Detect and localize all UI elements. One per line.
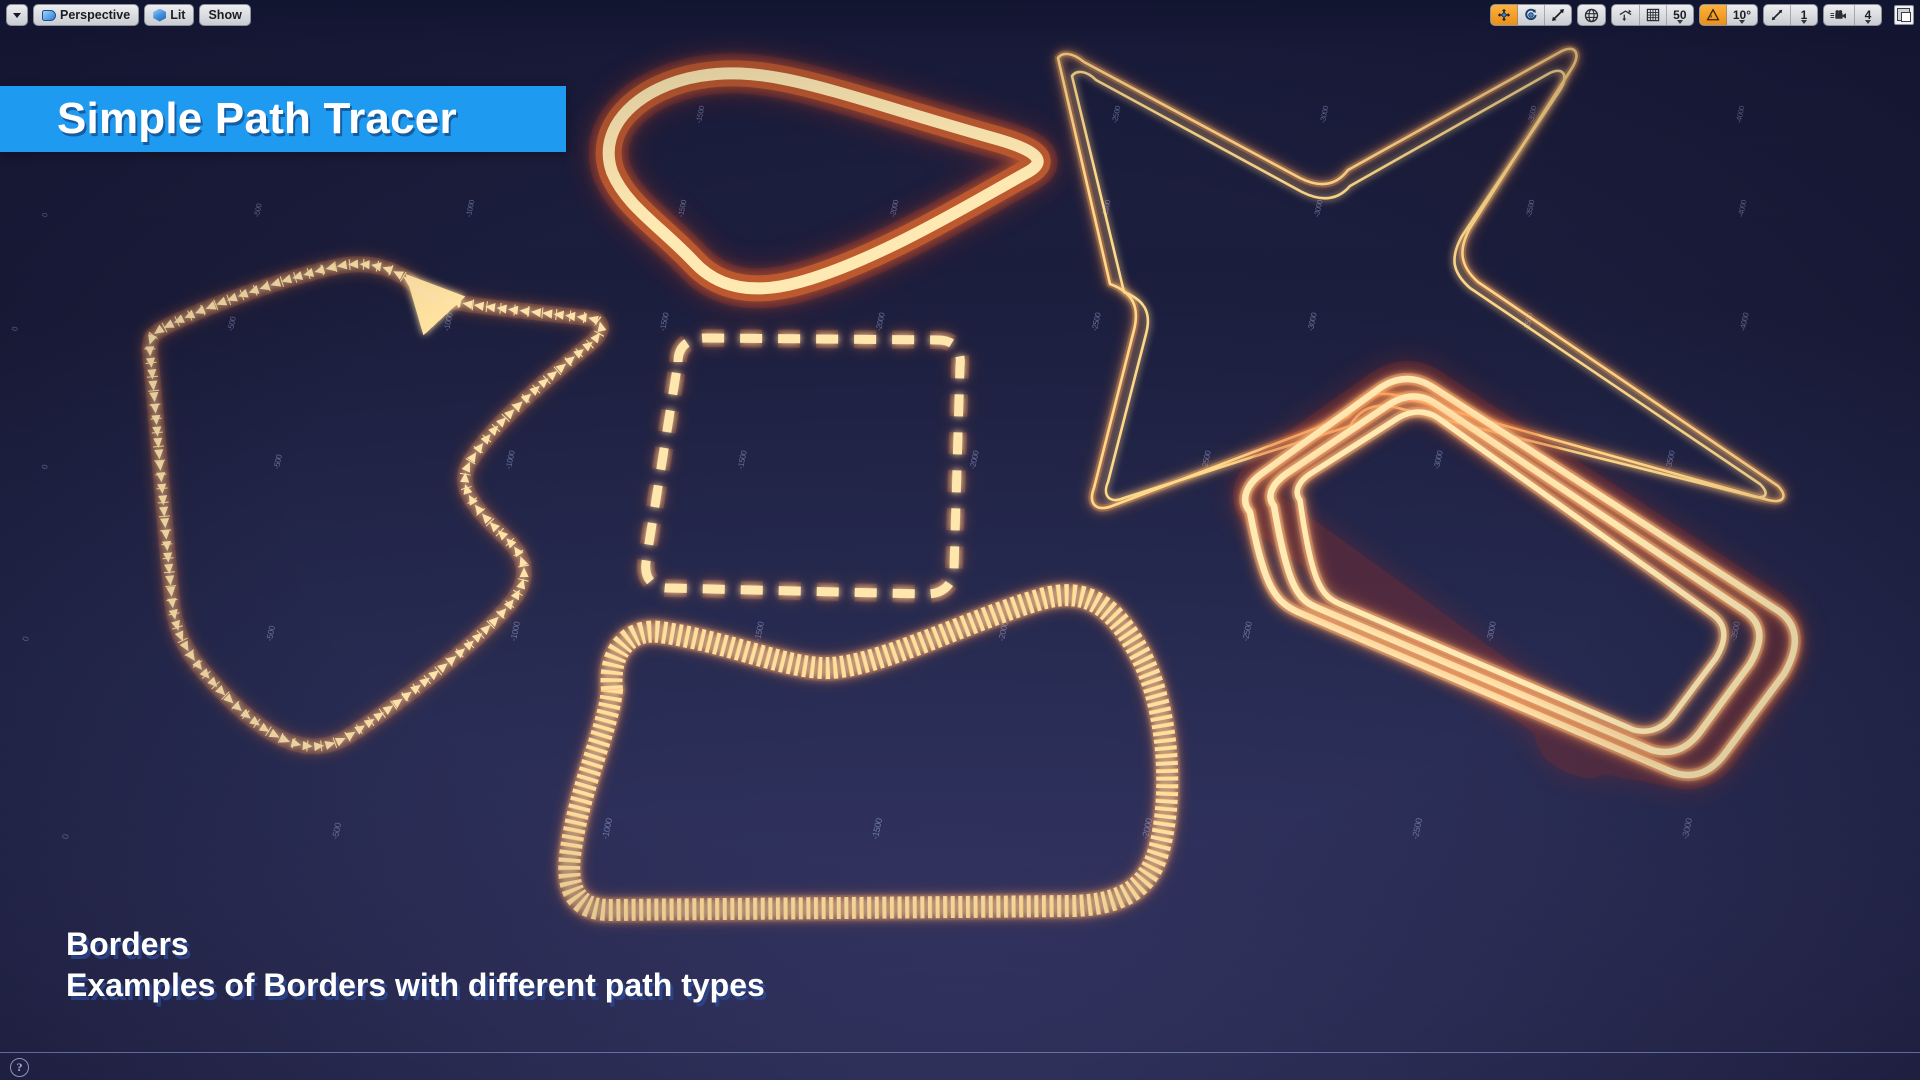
- title-banner: Simple Path Tracer: [0, 86, 566, 152]
- camera-icon: [42, 9, 56, 21]
- chevron-down-icon: [1865, 20, 1871, 24]
- viewport-type-button[interactable]: Perspective: [33, 4, 140, 26]
- shape-double-outline-star: [1054, 45, 1787, 512]
- scale-tool-button[interactable]: [1545, 5, 1571, 25]
- shape-dashed-square: [636, 328, 970, 604]
- viewport-options-menu-button[interactable]: [6, 4, 28, 26]
- surface-snap-icon: [1619, 9, 1632, 21]
- toolbar-left-group: Perspective Lit Show: [6, 4, 251, 26]
- view-mode-button[interactable]: Lit: [144, 4, 195, 26]
- world-space-button[interactable]: [1578, 5, 1605, 25]
- camera-speed-button[interactable]: [1824, 5, 1855, 25]
- transform-tools-segment: [1489, 4, 1572, 26]
- shape-arrow-marker-blob: [141, 259, 609, 755]
- chevron-down-icon: [1676, 20, 1683, 24]
- move-arrows-icon: [1497, 8, 1510, 22]
- status-bar: ?: [0, 1052, 1920, 1080]
- grid-snap-value[interactable]: 50: [1667, 5, 1693, 25]
- show-menu-button[interactable]: Show: [199, 4, 251, 26]
- rotate-tool-button[interactable]: [1518, 5, 1545, 25]
- angle-icon: [1706, 8, 1720, 21]
- coordinate-system-segment: [1576, 4, 1606, 26]
- globe-icon: [1584, 8, 1599, 22]
- view-mode-label: Lit: [170, 8, 186, 22]
- path-shapes-layer: [0, 0, 1920, 1080]
- scale-snap-button[interactable]: [1764, 5, 1791, 25]
- caption-title: Borders: [66, 926, 189, 963]
- grid-snap-button[interactable]: [1640, 5, 1667, 25]
- camera-speed-segment: 4: [1823, 4, 1882, 26]
- show-menu-label: Show: [208, 8, 242, 22]
- caption-subtitle: Examples of Borders with different path …: [66, 967, 765, 1004]
- viewport-toolbar[interactable]: Perspective Lit Show 50 10° 1 4: [0, 0, 1920, 30]
- cube-icon: [153, 8, 167, 22]
- page-title: Simple Path Tracer: [57, 94, 457, 143]
- chevron-down-icon: [1801, 20, 1807, 24]
- viewport-type-label: Perspective: [60, 8, 131, 22]
- chevron-down-icon: [1738, 20, 1745, 24]
- angle-snap-segment: 10°: [1698, 4, 1758, 26]
- viewport-3d[interactable]: 0-500-1000-1500-2000-2500-3000-3500-4000…: [0, 0, 1920, 1080]
- shape-ladder-rail: [556, 582, 1181, 924]
- chevron-down-icon: [13, 12, 21, 18]
- grid-icon: [1646, 8, 1660, 22]
- scale-icon: [1551, 9, 1564, 21]
- angle-snap-value[interactable]: 10°: [1727, 5, 1757, 25]
- shape-solid-ribbon-blob: [588, 53, 1058, 309]
- surface-snap-button[interactable]: [1612, 5, 1640, 25]
- scale-snap-segment: 1: [1763, 4, 1818, 26]
- caption-block: Borders Examples of Borders with differe…: [66, 924, 765, 1006]
- scale-snap-icon: [1771, 9, 1783, 21]
- help-icon[interactable]: ?: [10, 1058, 29, 1077]
- maximize-viewport-button[interactable]: [1894, 5, 1914, 25]
- snap-settings-segment: 50: [1610, 4, 1694, 26]
- camera-speed-icon: [1830, 9, 1846, 19]
- toolbar-right-group: 50 10° 1 4: [1489, 4, 1914, 26]
- camera-speed-value[interactable]: 4: [1855, 5, 1881, 25]
- move-tool-button[interactable]: [1490, 5, 1518, 25]
- angle-snap-button[interactable]: [1699, 5, 1727, 25]
- rotate-icon: [1525, 8, 1537, 21]
- scale-snap-value[interactable]: 1: [1791, 5, 1817, 25]
